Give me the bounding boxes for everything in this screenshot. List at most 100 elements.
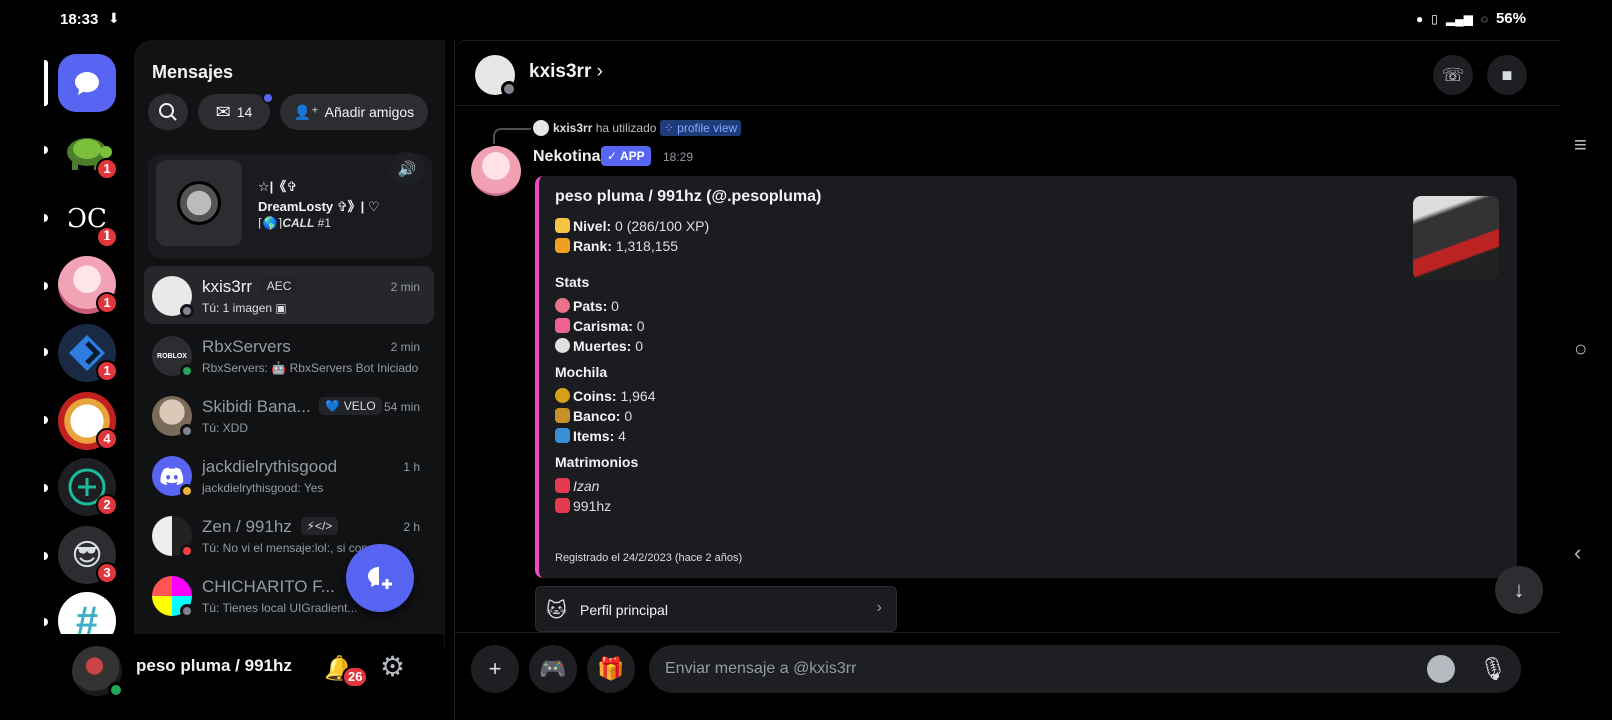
nivel-label: Nivel: <box>573 218 612 234</box>
dm-name: Skibidi Bana... 💙 VELO <box>202 397 382 417</box>
dm-time: 1 h <box>403 460 420 474</box>
dm-name: Zen / 991hz ⚡</> <box>202 517 339 537</box>
add-server-button[interactable]: 2 <box>58 458 118 516</box>
dm-name-text: Zen / 991hz <box>202 517 292 536</box>
speaker-button[interactable]: 🔊 <box>390 152 424 186</box>
unread-badge: 1 <box>96 226 118 248</box>
status-icons: ● ▯ ▂▄▆ ◌ 56% <box>1416 10 1526 27</box>
unread-dot <box>44 484 48 492</box>
coin-icon <box>555 388 570 403</box>
signal-icon: ▂▄▆ <box>1445 11 1473 26</box>
arrow-down-icon: ↓ <box>1513 577 1525 602</box>
circle-icon: ○ <box>1574 336 1588 361</box>
slash-command[interactable]: ⁘ profile view <box>659 120 742 136</box>
clan-tag: ⚡</> <box>300 517 339 535</box>
server-blue-diamond[interactable]: 1 <box>58 324 118 382</box>
dm-row-rbxservers[interactable]: ROBLOX RbxServers 2 min RbxServers: 🤖 Rb… <box>144 326 434 384</box>
chat-area: kxis3rr › ☏ ■ kxis3rr ha utilizado ⁘ pro… <box>454 40 1561 720</box>
back-button[interactable]: ‹ <box>1574 540 1581 566</box>
search-button[interactable] <box>148 94 188 130</box>
battery-icon: ◌ <box>1480 11 1488 26</box>
server-anime[interactable]: 1 <box>58 256 118 314</box>
unread-badge: 1 <box>96 158 118 180</box>
notifications-button[interactable]: 🔔 26 <box>324 654 369 688</box>
activity-avatar <box>177 181 221 225</box>
battery-level: 56% <box>1495 10 1526 27</box>
voice-message-button[interactable]: 🎙 <box>1475 651 1511 687</box>
coins-value: 1,964 <box>616 388 656 404</box>
dm-preview: Tú: 1 imagen ▣ <box>202 301 287 315</box>
status-offline-icon <box>180 304 194 318</box>
user-name[interactable]: peso pluma / 991hz <box>136 656 292 676</box>
activities-button[interactable]: 🎮 <box>529 645 577 693</box>
mail-icon: ✉ <box>215 101 231 122</box>
dm-preview: jackdielrythisgood: Yes <box>202 481 324 495</box>
rank-line: Rank: 1,318,155 <box>555 238 678 254</box>
voice-call-button[interactable]: ☏ <box>1433 55 1473 95</box>
bot-name[interactable]: Nekotina <box>533 148 601 166</box>
server-emoji[interactable]: 😎 3 <box>58 526 118 584</box>
unread-badge: 2 <box>96 494 118 516</box>
bot-avatar[interactable] <box>471 146 521 196</box>
unread-badge: 3 <box>96 562 118 584</box>
video-call-button[interactable]: ■ <box>1487 55 1527 95</box>
new-message-button[interactable] <box>346 544 414 612</box>
gamepad-icon: 🎮 <box>539 656 567 681</box>
dm-preview: Tú: Tienes local UIGradient... <box>202 601 358 615</box>
add-friend-icon: 👤⁺ <box>293 103 319 120</box>
mochila-heading: Mochila <box>555 364 608 380</box>
reply-connector <box>493 128 531 144</box>
inbox-button[interactable]: ✉ 14 <box>198 92 274 130</box>
dm-row-skibidi[interactable]: Skibidi Bana... 💙 VELO 54 min Tú: XDD <box>144 386 434 444</box>
dm-name: kxis3rr AEC <box>202 277 298 297</box>
chat-header: kxis3rr › ☏ ■ <box>455 40 1561 106</box>
items-line: Items: 4 <box>555 428 626 444</box>
unread-badge: 4 <box>96 428 118 450</box>
profile-embed: peso pluma / 991hz (@.pesopluma) Nivel: … <box>535 176 1517 578</box>
message-input[interactable] <box>665 645 1405 693</box>
spouse-line-2: 991hz <box>555 498 611 514</box>
status-bar: 18:33 ⬇ ● ▯ ▂▄▆ ◌ 56% <box>44 0 1560 40</box>
gift-button[interactable]: 🎁 <box>587 645 635 693</box>
reply-text: ha utilizado <box>592 121 660 135</box>
spouse-1: Izan <box>573 478 600 494</box>
dm-row-jackdielrythisgood[interactable]: jackdielrythisgood 1 h jackdielrythisgoo… <box>144 446 434 504</box>
unread-dot <box>44 214 48 222</box>
dm-panel-title: Mensajes <box>152 62 234 82</box>
dm-name-text: Skibidi Bana... <box>202 397 311 416</box>
home-button[interactable]: ○ <box>1574 336 1587 362</box>
items-value: 4 <box>614 428 626 444</box>
rank-label: Rank: <box>573 238 612 254</box>
attach-button[interactable]: + <box>471 645 519 693</box>
chat-title[interactable]: kxis3rr › <box>529 61 603 83</box>
profile-main-label: Perfil principal <box>580 602 668 618</box>
clan-tag: 💙 VELO <box>319 397 382 415</box>
crown-icon <box>555 238 570 253</box>
cat-icon: 🐱 <box>546 600 567 622</box>
skull-icon <box>555 338 570 353</box>
user-bar: peso pluma / 991hz 🔔 26 ⚙ <box>44 634 444 720</box>
chat-title-text: kxis3rr <box>529 61 592 82</box>
jump-to-bottom-button[interactable]: ↓ <box>1495 566 1543 614</box>
profile-main-button[interactable]: 🐱 Perfil principal › <box>535 586 897 632</box>
server-turtle[interactable]: 1 <box>58 122 118 180</box>
server-text-logo[interactable]: ƆC 1 <box>58 190 118 248</box>
dm-home-button[interactable] <box>58 54 116 112</box>
location-icon: ● <box>1416 11 1424 26</box>
unread-dot <box>44 282 48 290</box>
dm-time: 2 h <box>403 520 420 534</box>
add-friends-button[interactable]: 👤⁺ Añadir amigos <box>280 94 428 130</box>
muertes-line: Muertes: 0 <box>555 338 643 354</box>
hearts-icon <box>555 498 570 513</box>
nivel-value: 0 (286/100 XP) <box>611 218 710 234</box>
recents-button[interactable]: ≡ <box>1574 132 1587 158</box>
embed-title: peso pluma / 991hz (@.pesopluma) <box>555 188 822 205</box>
chevron-right-icon: › <box>596 61 603 82</box>
system-nav: ≡ ○ ‹ <box>1560 0 1612 720</box>
settings-button[interactable]: ⚙ <box>380 650 405 683</box>
server-badge-logo[interactable]: 4 <box>58 392 118 450</box>
dm-row-kxis3rr[interactable]: kxis3rr AEC 2 min Tú: 1 imagen ▣ <box>144 266 434 324</box>
emoji-button[interactable] <box>1427 655 1455 683</box>
reply-avatar <box>533 120 549 136</box>
embed-thumbnail[interactable] <box>1413 196 1499 280</box>
